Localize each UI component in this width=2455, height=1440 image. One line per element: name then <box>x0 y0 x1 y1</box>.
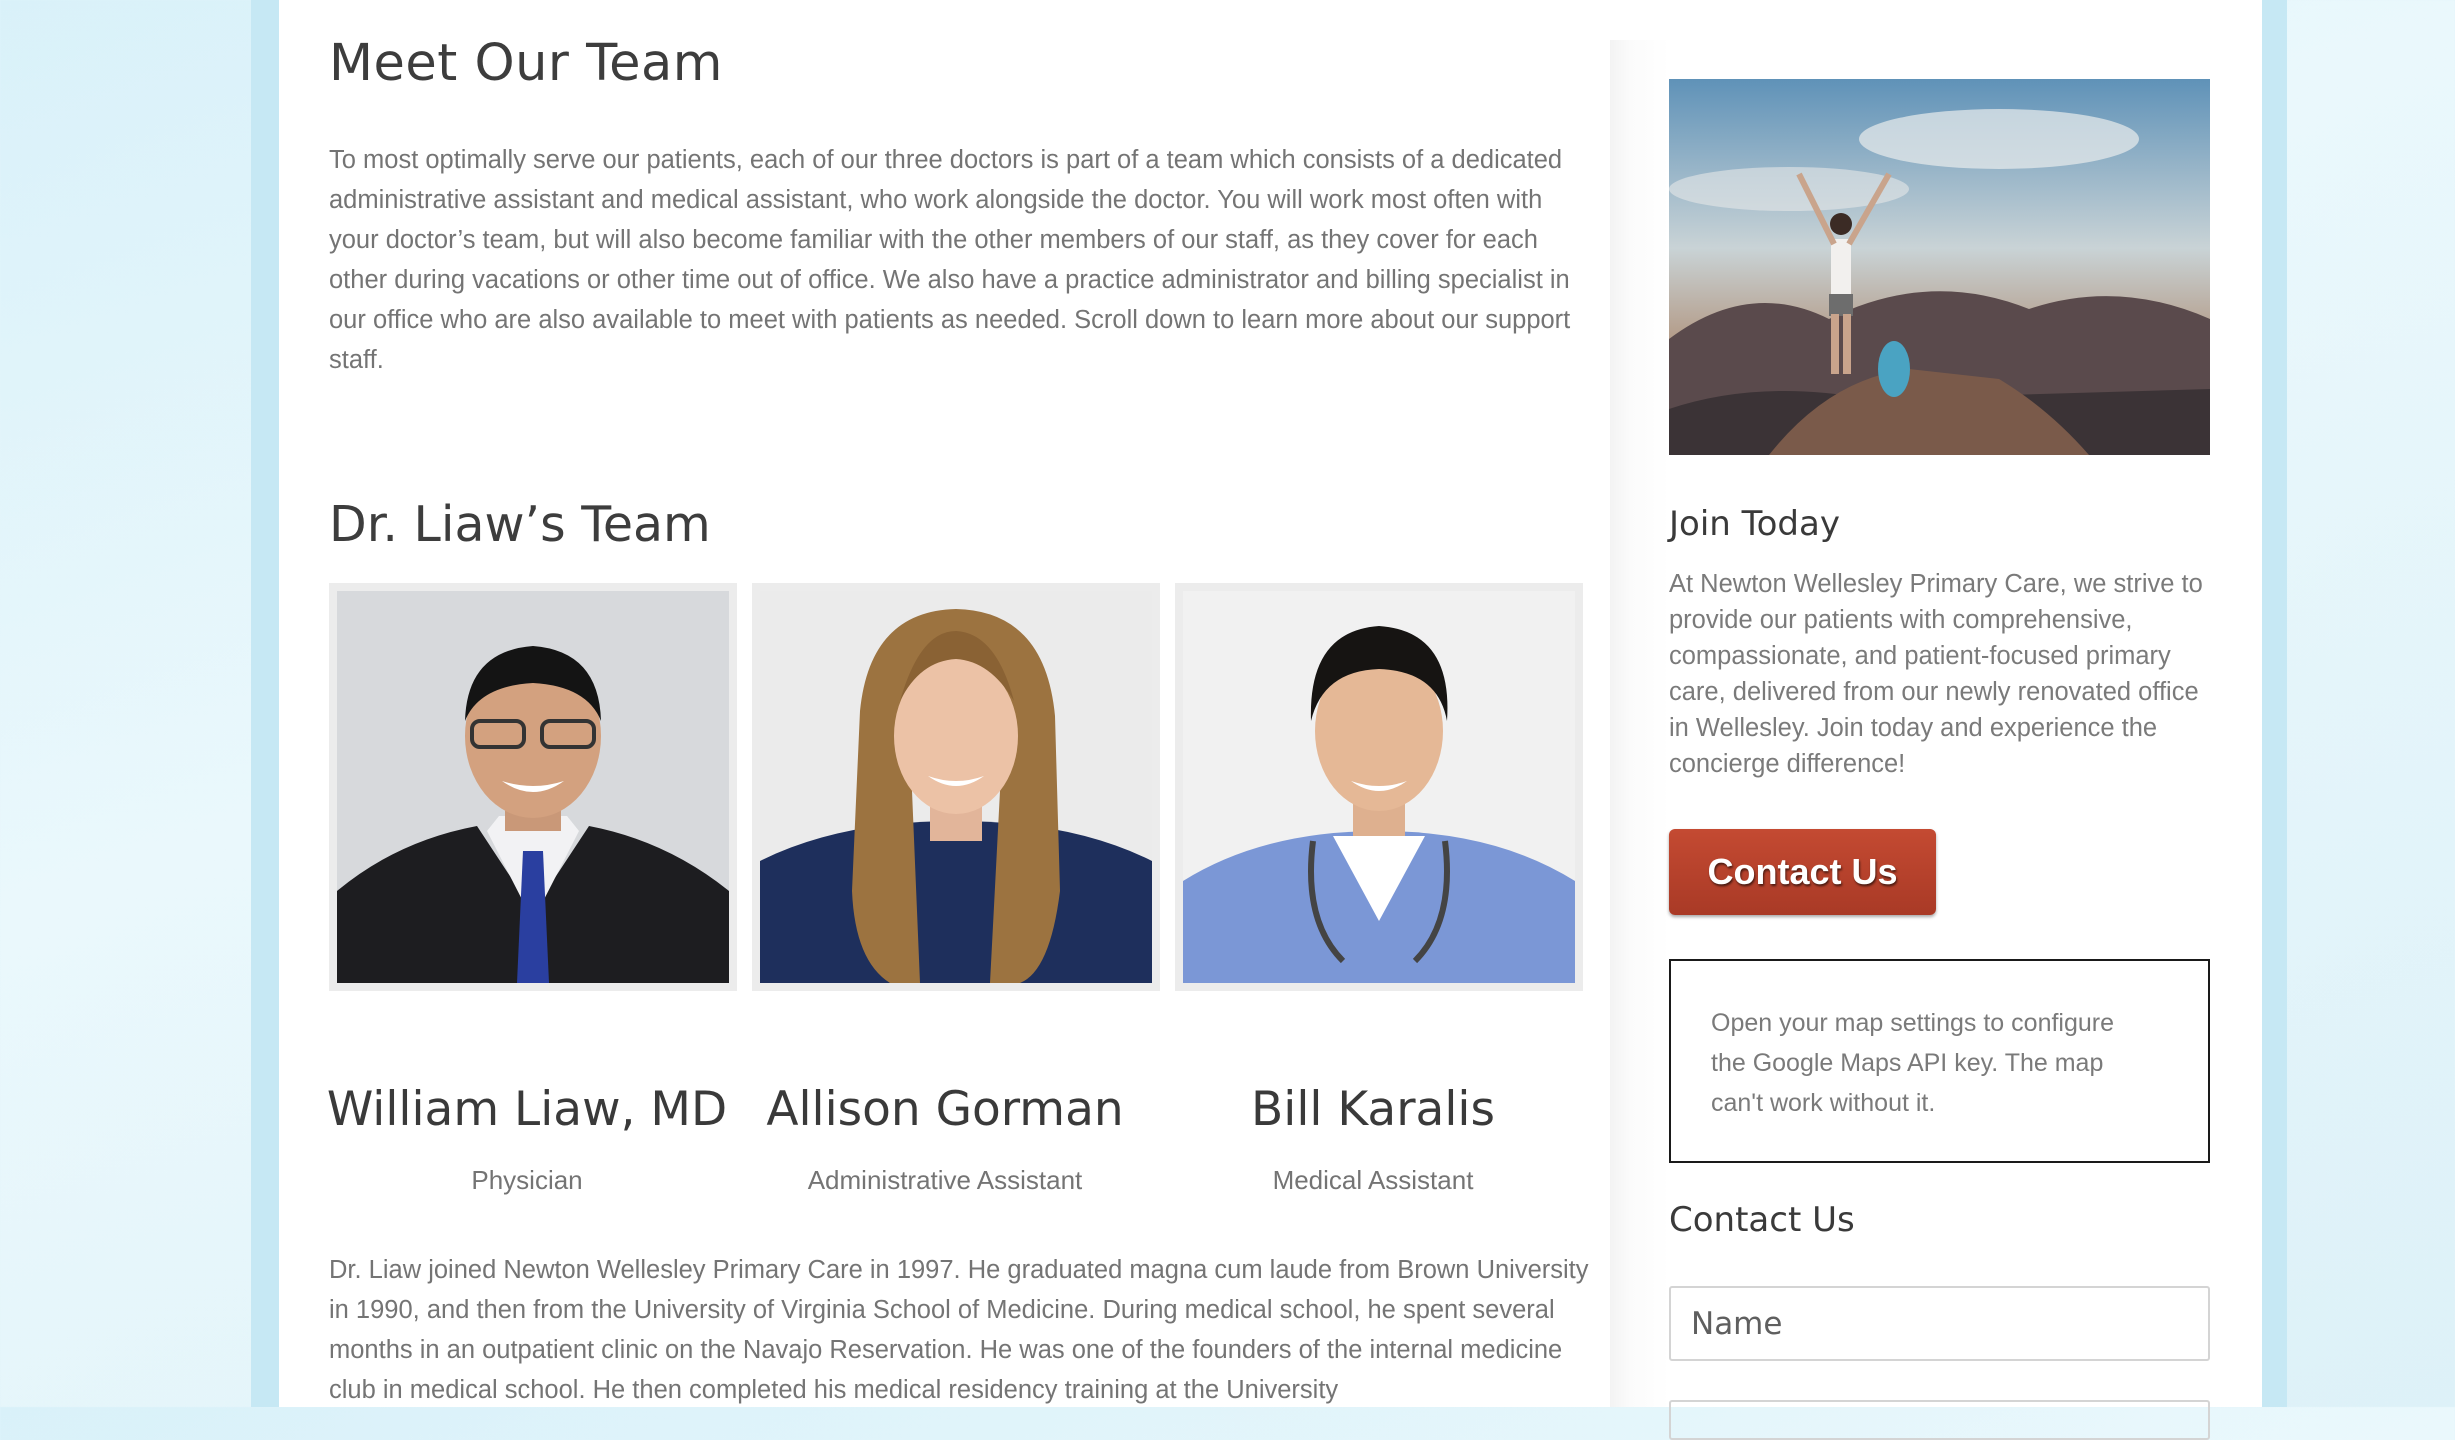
mountain-summit-photo <box>1669 79 2210 455</box>
physician-bio: Dr. Liaw joined Newton Wellesley Primary… <box>329 1256 1589 1404</box>
member-name: William Liaw, MD <box>326 1082 728 1137</box>
member-name: Allison Gorman <box>766 1082 1124 1137</box>
portrait-image <box>337 591 729 983</box>
sidebar-hero-image <box>1669 79 2210 455</box>
member-photo-bill-karalis <box>1175 583 1583 991</box>
portrait-image <box>1183 591 1575 983</box>
member-photo-william-liaw <box>329 583 737 991</box>
intro-paragraph: To most optimally serve our patients, ea… <box>329 146 1571 374</box>
join-today-text: At Newton Wellesley Primary Care, we str… <box>1669 570 2203 778</box>
member-name: Bill Karalis <box>1251 1082 1495 1137</box>
contact-us-heading: Contact Us <box>1669 1200 1855 1240</box>
name-field[interactable] <box>1669 1286 2210 1361</box>
email-field[interactable] <box>1669 1400 2210 1440</box>
portrait-image <box>760 591 1152 983</box>
join-today-heading: Join Today <box>1669 504 1840 544</box>
member-role: Administrative Assistant <box>807 1165 1083 1195</box>
page-title: Meet Our Team <box>329 34 723 93</box>
map-placeholder: Open your map settings to configure the … <box>1669 959 2210 1163</box>
member-role: Physician <box>471 1165 583 1195</box>
member-role: Medical Assistant <box>1272 1165 1474 1195</box>
team-heading: Dr. Liaw’s Team <box>329 496 711 553</box>
member-photo-allison-gorman <box>752 583 1160 991</box>
map-notice-text: Open your map settings to configure the … <box>1711 1009 2115 1117</box>
contact-us-button[interactable]: Contact Us <box>1669 829 1936 915</box>
